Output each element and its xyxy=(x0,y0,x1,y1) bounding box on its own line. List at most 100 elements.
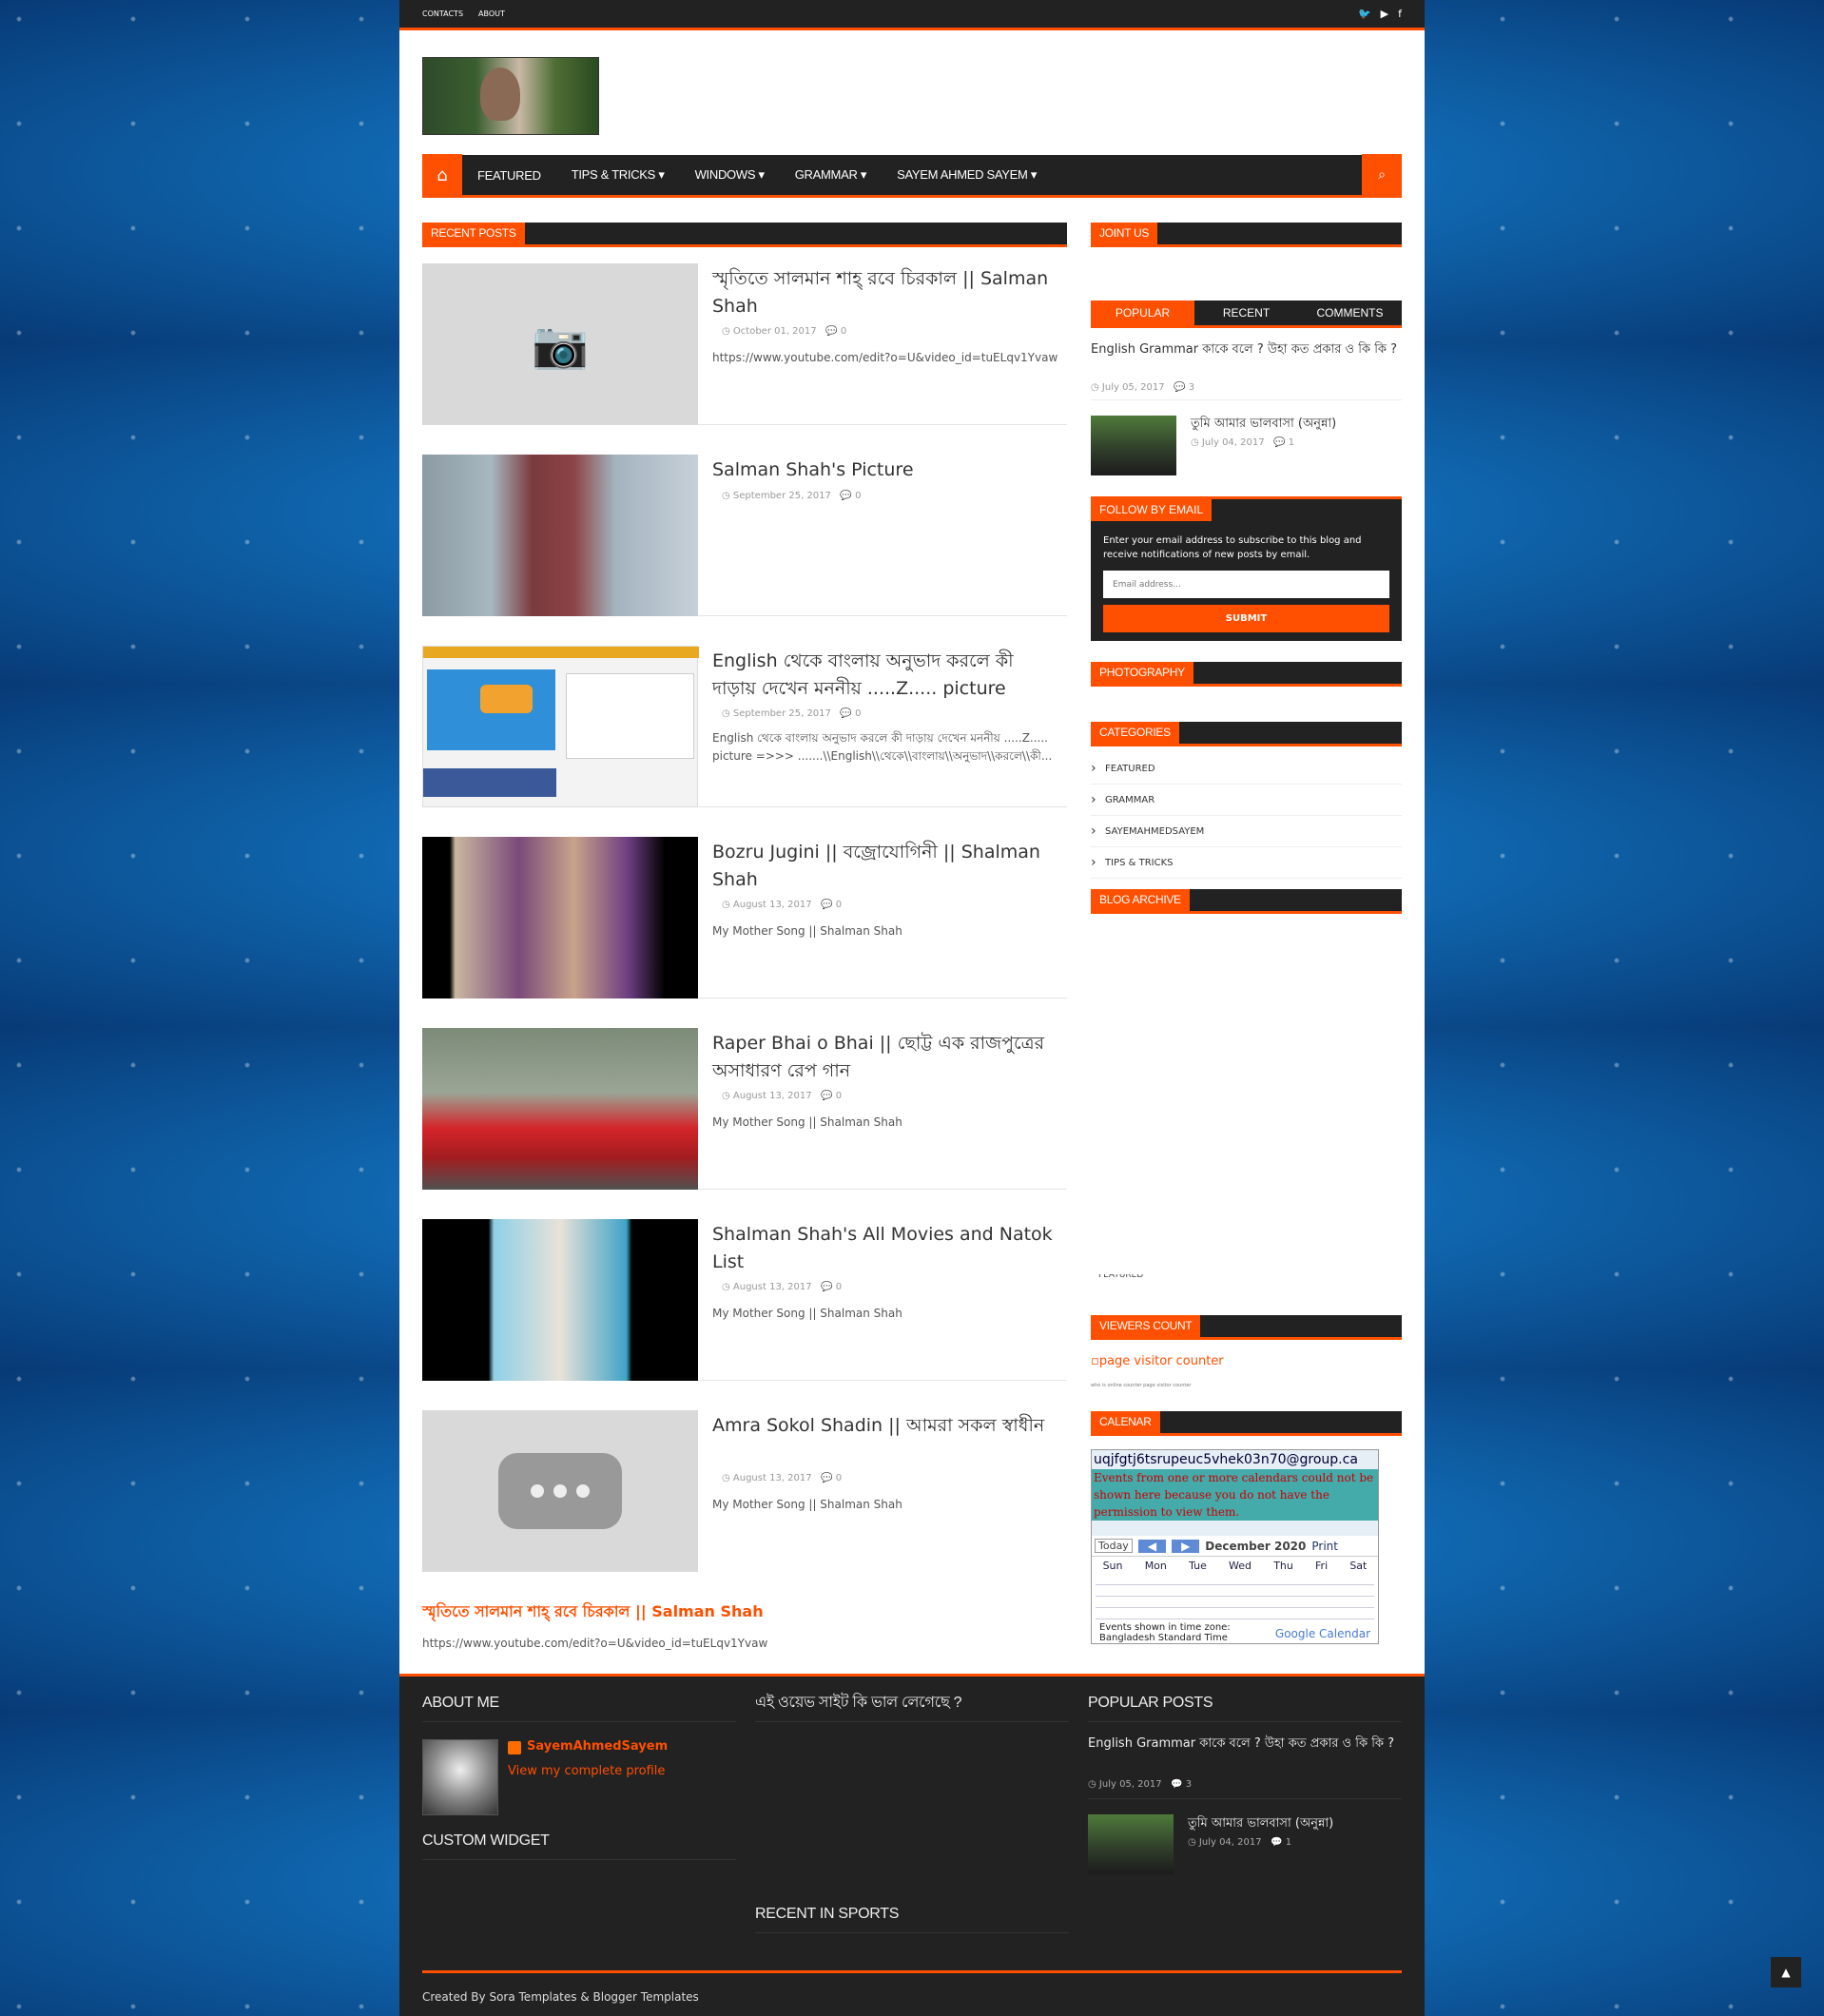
post-title[interactable]: English থেকে বাংলায় অনুভাদ করলে কী দাড়… xyxy=(712,648,1059,703)
post-thumbnail[interactable] xyxy=(422,837,698,998)
recent-posts-heading: RECENT POSTS xyxy=(422,223,1067,247)
nav-windows[interactable]: WINDOWS ▾ xyxy=(680,167,780,183)
post-excerpt: English থেকে বাংলায় অনুভাদ করলে কী দাড়… xyxy=(712,731,1053,763)
popular-post-title[interactable]: English Grammar কাকে বলে ? উহা কত প্রকার… xyxy=(1091,341,1402,359)
post-thumbnail[interactable]: 📷 xyxy=(422,263,698,425)
post-thumbnail[interactable] xyxy=(422,1410,698,1572)
post-thumbnail[interactable] xyxy=(422,1219,698,1381)
tab-popular[interactable]: POPULAR xyxy=(1091,300,1194,325)
post-title[interactable]: স্মৃতিতে সালমান শাহ্ রবে চিরকাল || Salma… xyxy=(712,265,1059,320)
nav-sayem[interactable]: SAYEM AHMED SAYEM ▾ xyxy=(882,167,1052,183)
post-thumbnail[interactable] xyxy=(422,646,699,807)
back-to-top-icon[interactable]: ▲ xyxy=(1771,1957,1801,1987)
archive-heading: BLOG ARCHIVE xyxy=(1091,889,1402,914)
custom-widget-heading: CUSTOM WIDGET xyxy=(422,1822,736,1860)
popular-post-title[interactable]: English Grammar কাকে বলে ? উহা কত প্রকার… xyxy=(1088,1735,1402,1753)
search-icon[interactable]: ⌕ xyxy=(1362,153,1402,197)
popular-post-meta: ◷ July 04, 2017 💬 1 xyxy=(1191,437,1295,448)
category-item[interactable]: FEATURED xyxy=(1091,753,1402,785)
google-calendar-logo[interactable]: Google Calendar xyxy=(1275,1627,1370,1640)
top-bar: CONTACTS ABOUT 🐦 ▶ f xyxy=(399,0,1425,30)
post-item: Raper Bhai o Bhai || ছোট্ট এক রাজপুত্রের… xyxy=(422,1028,1067,1190)
calendar-timezone: Events shown in time zone: Bangladesh Sta… xyxy=(1099,1622,1231,1643)
submit-button[interactable]: SUBMIT xyxy=(1103,605,1389,632)
video-unavailable-icon xyxy=(498,1453,622,1529)
contacts-link[interactable]: CONTACTS xyxy=(422,10,463,18)
avatar[interactable] xyxy=(422,1739,498,1815)
google-calendar[interactable]: uqjfgtj6tsrupeuc5vhek03n70@group.ca Even… xyxy=(1091,1449,1379,1644)
poll-heading: এই ওয়েভ সাইট কি ভাল লেগেছে ? xyxy=(755,1684,1069,1722)
post-item: Amra Sokol Shadin || আমরা সকল স্বাধীন ◷ … xyxy=(422,1410,1067,1572)
calendar-id: uqjfgtj6tsrupeuc5vhek03n70@group.ca xyxy=(1094,1452,1358,1467)
photography-heading: PHOTOGRAPHY xyxy=(1091,662,1402,687)
post-title[interactable]: Amra Sokol Shadin || আমরা সকল স্বাধীন xyxy=(712,1412,1059,1440)
calendar-month: December 2020 xyxy=(1205,1539,1307,1553)
post-excerpt: My Mother Song || Shalman Shah xyxy=(712,1498,902,1511)
follow-by-email: FOLLOW BY EMAIL Enter your email address… xyxy=(1091,496,1402,641)
page: CONTACTS ABOUT 🐦 ▶ f ⌂ FEATURED TIPS & T… xyxy=(399,0,1425,2016)
popular-post-thumbnail[interactable] xyxy=(1091,416,1176,475)
tab-comments[interactable]: COMMENTS xyxy=(1298,300,1402,325)
nav-grammar[interactable]: GRAMMAR ▾ xyxy=(780,167,882,183)
archive-fragment: FEATURED xyxy=(1098,1274,1144,1280)
tab-recent[interactable]: RECENT xyxy=(1194,300,1298,325)
prev-month-icon[interactable]: ◀ xyxy=(1137,1539,1167,1553)
main-nav: ⌂ FEATURED TIPS & TRICKS ▾ WINDOWS ▾ GRA… xyxy=(422,153,1402,198)
popular-post-meta: ◷ July 04, 2017 💬 1 xyxy=(1188,1837,1292,1848)
visitor-counter-links[interactable]: who is online counter page visitor count… xyxy=(1091,1383,1191,1388)
popular-post-title[interactable]: তুমি আমার ভালবাসা (অনুন্না) xyxy=(1188,1814,1333,1834)
footer-credit: Created By Sora Templates & Blogger Temp… xyxy=(422,1990,699,2004)
popular-post-thumbnail[interactable] xyxy=(1088,1814,1174,1874)
category-item[interactable]: TIPS & TRICKS xyxy=(1091,847,1402,879)
post-title[interactable]: Bozru Jugini || বজ্রোযোগিনী || Shalman S… xyxy=(712,839,1059,894)
site-logo[interactable] xyxy=(422,57,599,135)
visitor-counter: ▫page visitor counter xyxy=(1091,1354,1224,1368)
about-heading: ABOUT ME xyxy=(422,1684,736,1722)
join-heading: JOINT US xyxy=(1091,223,1402,247)
featured-post-title[interactable]: স্মৃতিতে সালমান শাহ্ রবে চিরকাল || Salma… xyxy=(422,1599,764,1625)
post-title[interactable]: Shalman Shah's All Movies and Natok List xyxy=(712,1221,1059,1276)
today-button[interactable]: Today xyxy=(1095,1539,1133,1553)
calendar-weekdays: Sun Mon Tue Wed Thu Fri Sat xyxy=(1092,1557,1378,1572)
youtube-icon[interactable]: ▶ xyxy=(1381,8,1388,20)
post-thumbnail[interactable] xyxy=(422,1028,698,1190)
post-meta: ◷ August 13, 2017 💬 0 xyxy=(722,1473,843,1483)
post-meta: ◷ September 25, 2017 💬 0 xyxy=(722,491,862,501)
post-tabs: POPULAR RECENT COMMENTS xyxy=(1091,300,1402,328)
popular-post-title[interactable]: তুমি আমার ভালবাসা (অনুন্না) xyxy=(1191,415,1336,435)
nav-tips-tricks[interactable]: TIPS & TRICKS ▾ xyxy=(556,167,680,183)
home-icon[interactable]: ⌂ xyxy=(422,153,462,197)
post-meta: ◷ September 25, 2017 💬 0 xyxy=(722,708,862,719)
viewers-heading: VIEWERS COUNT xyxy=(1091,1315,1402,1340)
facebook-icon[interactable]: f xyxy=(1398,8,1402,20)
post-meta: ◷ August 13, 2017 💬 0 xyxy=(722,1282,843,1292)
post-item: English থেকে বাংলায় অনুভাদ করলে কী দাড়… xyxy=(422,646,1067,807)
post-excerpt: My Mother Song || Shalman Shah xyxy=(712,924,902,938)
print-button[interactable]: Print xyxy=(1311,1540,1338,1553)
post-excerpt: My Mother Song || Shalman Shah xyxy=(712,1115,902,1129)
category-item[interactable]: SAYEMAHMEDSAYEM xyxy=(1091,816,1402,847)
post-meta: ◷ August 13, 2017 💬 0 xyxy=(722,1091,843,1101)
next-month-icon[interactable]: ▶ xyxy=(1172,1539,1200,1553)
twitter-icon[interactable]: 🐦 xyxy=(1358,8,1371,20)
footer: ABOUT ME SayemAhmedSayem View my complet… xyxy=(399,1674,1425,2016)
profile-link[interactable]: View my complete profile xyxy=(508,1764,665,1778)
follow-text: Enter your email address to subscribe to… xyxy=(1103,535,1362,560)
nav-featured[interactable]: FEATURED xyxy=(462,168,556,183)
about-link[interactable]: ABOUT xyxy=(478,10,505,18)
camera-icon: 📷 xyxy=(532,318,589,372)
email-field[interactable] xyxy=(1103,571,1389,598)
blogger-icon xyxy=(508,1741,521,1754)
popular-post-meta: ◷ July 05, 2017 💬 3 xyxy=(1091,382,1195,393)
sports-heading: RECENT IN SPORTS xyxy=(755,1895,1069,1933)
post-thumbnail[interactable] xyxy=(422,455,698,616)
post-title[interactable]: Salman Shah's Picture xyxy=(712,456,1059,484)
post-title[interactable]: Raper Bhai o Bhai || ছোট্ট এক রাজপুত্রের… xyxy=(712,1030,1059,1085)
recent-posts: RECENT POSTS 📷 স্মৃতিতে সালমান শাহ্ রবে … xyxy=(422,223,1067,1650)
post-excerpt: My Mother Song || Shalman Shah xyxy=(712,1307,902,1320)
post-meta: ◷ October 01, 2017 💬 0 xyxy=(722,326,847,337)
category-item[interactable]: GRAMMAR xyxy=(1091,785,1402,816)
post-meta: ◷ August 13, 2017 💬 0 xyxy=(722,900,843,910)
post-excerpt: https://www.youtube.com/edit?o=U&video_i… xyxy=(712,351,1058,364)
author-link[interactable]: SayemAhmedSayem xyxy=(527,1739,668,1754)
